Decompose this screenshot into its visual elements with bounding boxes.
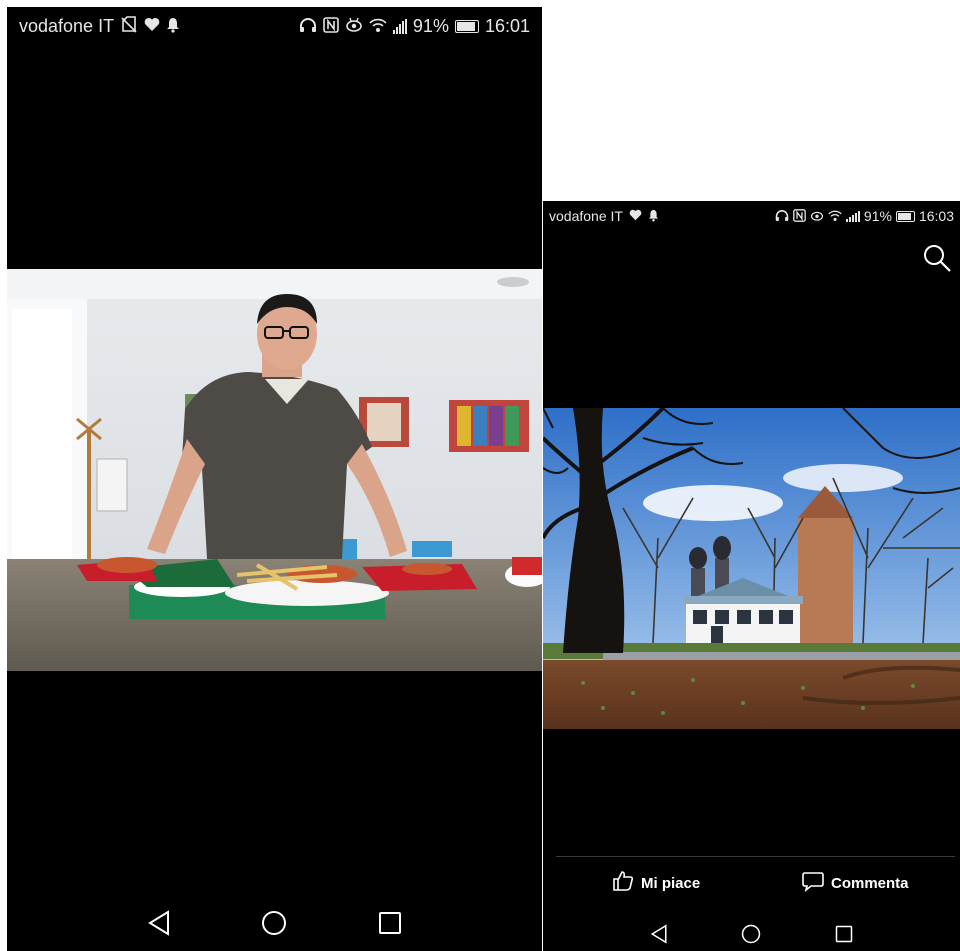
home-icon[interactable] (741, 924, 761, 944)
eye-comfort-icon (345, 17, 363, 36)
signal-strength-icon (392, 18, 407, 34)
battery-percent: 91% (412, 15, 449, 36)
clock: 16:03 (918, 208, 954, 224)
back-icon[interactable] (650, 924, 668, 944)
divider (556, 856, 955, 857)
signal-strength-icon (845, 210, 860, 222)
thumbs-up-icon (611, 869, 635, 897)
recents-icon[interactable] (835, 925, 853, 943)
wifi-icon (828, 209, 842, 224)
comment-label: Commenta (831, 874, 909, 892)
battery-icon (895, 210, 915, 222)
battery-icon (454, 19, 479, 33)
headphones-icon (299, 17, 317, 36)
nfc-icon (793, 208, 806, 224)
home-icon[interactable] (261, 910, 287, 936)
comment-button[interactable]: Commenta (801, 869, 909, 897)
notification-bell-icon (648, 209, 659, 224)
photo-park-pavilion[interactable] (543, 408, 960, 729)
navigation-bar (7, 895, 542, 951)
notification-bell-icon (166, 17, 180, 36)
wifi-icon (369, 17, 387, 36)
post-actions: Mi piace Commenta (543, 869, 960, 899)
carrier-label: vodafone IT (549, 208, 623, 224)
like-label: Mi piace (641, 874, 701, 892)
battery-percent: 91% (863, 208, 892, 224)
recents-icon[interactable] (378, 911, 402, 935)
navigation-bar (543, 917, 960, 951)
search-icon[interactable] (922, 243, 952, 273)
photo-man-with-food[interactable] (7, 269, 542, 671)
phone-left-screen: vodafone IT 91% 16:01 (7, 7, 542, 951)
like-button[interactable]: Mi piace (611, 869, 700, 897)
back-icon[interactable] (147, 910, 171, 936)
headphones-icon (775, 209, 789, 224)
clock: 16:01 (484, 15, 530, 36)
eye-comfort-icon (810, 209, 824, 224)
status-bar: vodafone IT 91% 16:01 (7, 7, 542, 45)
heart-icon (629, 209, 642, 223)
status-bar: vodafone IT 91% 16:03 (543, 201, 960, 231)
heart-icon (144, 17, 160, 35)
no-sim-icon (120, 15, 138, 37)
phone-right-screen: vodafone IT 91% 16:03 Mi piace Commenta (543, 201, 960, 951)
comment-bubble-icon (801, 869, 825, 897)
carrier-label: vodafone IT (19, 15, 115, 36)
nfc-icon (323, 16, 339, 36)
